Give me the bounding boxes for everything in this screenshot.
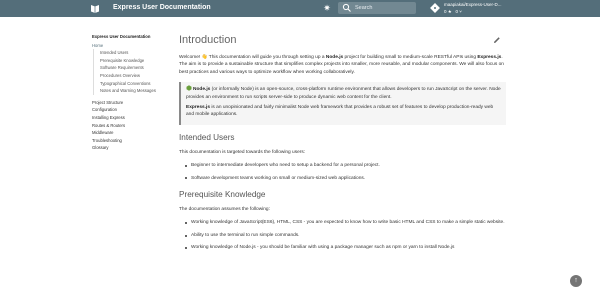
arrow-up-icon: ↑ bbox=[574, 277, 578, 284]
note-node-name: Node.js bbox=[193, 87, 211, 93]
prereq-heading: Prerequisite Knowledge bbox=[179, 190, 266, 200]
prereq-list: Working knowledge of JavaScript(ES6), HT… bbox=[179, 219, 506, 251]
info-note: Node.js (or informally Node) is an open-… bbox=[179, 82, 506, 125]
intro-text-1: Welcome! 👋 This documentation will guide… bbox=[179, 55, 325, 60]
site-title[interactable]: Express User Documentation bbox=[113, 2, 211, 14]
top-header: Express User Documentation ✷ Search maap… bbox=[0, 0, 600, 17]
git-icon bbox=[430, 3, 440, 13]
search-placeholder: Search bbox=[355, 5, 373, 11]
nav-item-software-requirements[interactable]: Software Requirements bbox=[100, 64, 172, 72]
list-item: Beginner to intermediate developers who … bbox=[185, 162, 506, 169]
nav-item-installing-express[interactable]: Installing Express bbox=[92, 114, 172, 122]
nav-item-typographical-conventions[interactable]: Typographical Conventions bbox=[100, 80, 172, 88]
intro-nodejs: Node.js bbox=[325, 55, 344, 60]
list-item: Working knowledge of Node.js - you shoul… bbox=[185, 244, 506, 251]
list-item: Software development teams working on sm… bbox=[185, 175, 506, 182]
nav-sub-list: Intended Users Prerequisite Knowledge So… bbox=[93, 49, 172, 95]
nav-item-home[interactable]: Home bbox=[92, 42, 172, 50]
note-express-name: Express.js bbox=[186, 105, 211, 111]
nav-item-glossary[interactable]: Glossary bbox=[92, 144, 172, 152]
intro-paragraph: Welcome! 👋 This documentation will guide… bbox=[179, 54, 506, 76]
intended-users-heading: Intended Users bbox=[179, 132, 235, 142]
nav-item-middleware[interactable]: Middleware bbox=[92, 129, 172, 137]
nav-item-routes-routers[interactable]: Routes & Routers bbox=[92, 122, 172, 130]
nav-item-prerequisite-knowledge[interactable]: Prerequisite Knowledge bbox=[100, 57, 172, 65]
repo-name: maapiakai/Express-User-D... bbox=[444, 2, 502, 7]
page-title: Introduction bbox=[179, 34, 237, 46]
nav-item-intended-users[interactable]: Intended Users bbox=[100, 49, 172, 57]
nodejs-icon bbox=[186, 85, 192, 91]
nav-item-troubleshooting[interactable]: Troubleshooting bbox=[92, 137, 172, 145]
nav-item-procedures-overview[interactable]: Procedures Overview bbox=[100, 72, 172, 80]
note-node: Node.js (or informally Node) is an open-… bbox=[186, 85, 501, 101]
intended-users-intro: This documentation is targeted towards t… bbox=[179, 149, 306, 155]
nav-item-project-structure[interactable]: Project Structure bbox=[92, 99, 172, 107]
note-node-text: (or informally Node) is an open-source, … bbox=[186, 87, 501, 100]
nav-title: Express User Documentation bbox=[92, 34, 151, 39]
nav-item-configuration[interactable]: Configuration bbox=[92, 106, 172, 114]
prereq-intro: The documentation assumes the following: bbox=[179, 207, 270, 213]
note-express-text: is an unopinionated and fairly minimalis… bbox=[186, 105, 494, 118]
nav-item-notes-warnings[interactable]: Notes and Warning Messages bbox=[100, 87, 172, 95]
palette-toggle-icon[interactable]: ✷ bbox=[322, 3, 332, 13]
back-to-top-button[interactable]: ↑ bbox=[570, 275, 582, 287]
list-item: Ability to use the terminal to run simpl… bbox=[185, 232, 506, 239]
intro-express: Express.js bbox=[477, 55, 502, 60]
book-logo-icon[interactable] bbox=[90, 3, 100, 13]
note-express: Express.js is an unopinionated and fairl… bbox=[186, 104, 501, 119]
repo-link[interactable]: maapiakai/Express-User-D... 0 ★ 0 ⑂ bbox=[430, 1, 510, 17]
intended-users-list: Beginner to intermediate developers who … bbox=[179, 162, 506, 182]
sidebar-nav: Express User Documentation Home Intended… bbox=[92, 33, 172, 152]
intro-text-2: project for building small to medium-sca… bbox=[344, 55, 476, 60]
search-icon bbox=[342, 3, 351, 12]
repo-stats: 0 ★ 0 ⑂ bbox=[444, 9, 462, 14]
search-box[interactable]: Search bbox=[338, 2, 416, 14]
list-item: Working knowledge of JavaScript(ES6), HT… bbox=[185, 219, 506, 226]
main-content: Introduction Welcome! 👋 This documentati… bbox=[179, 33, 506, 257]
